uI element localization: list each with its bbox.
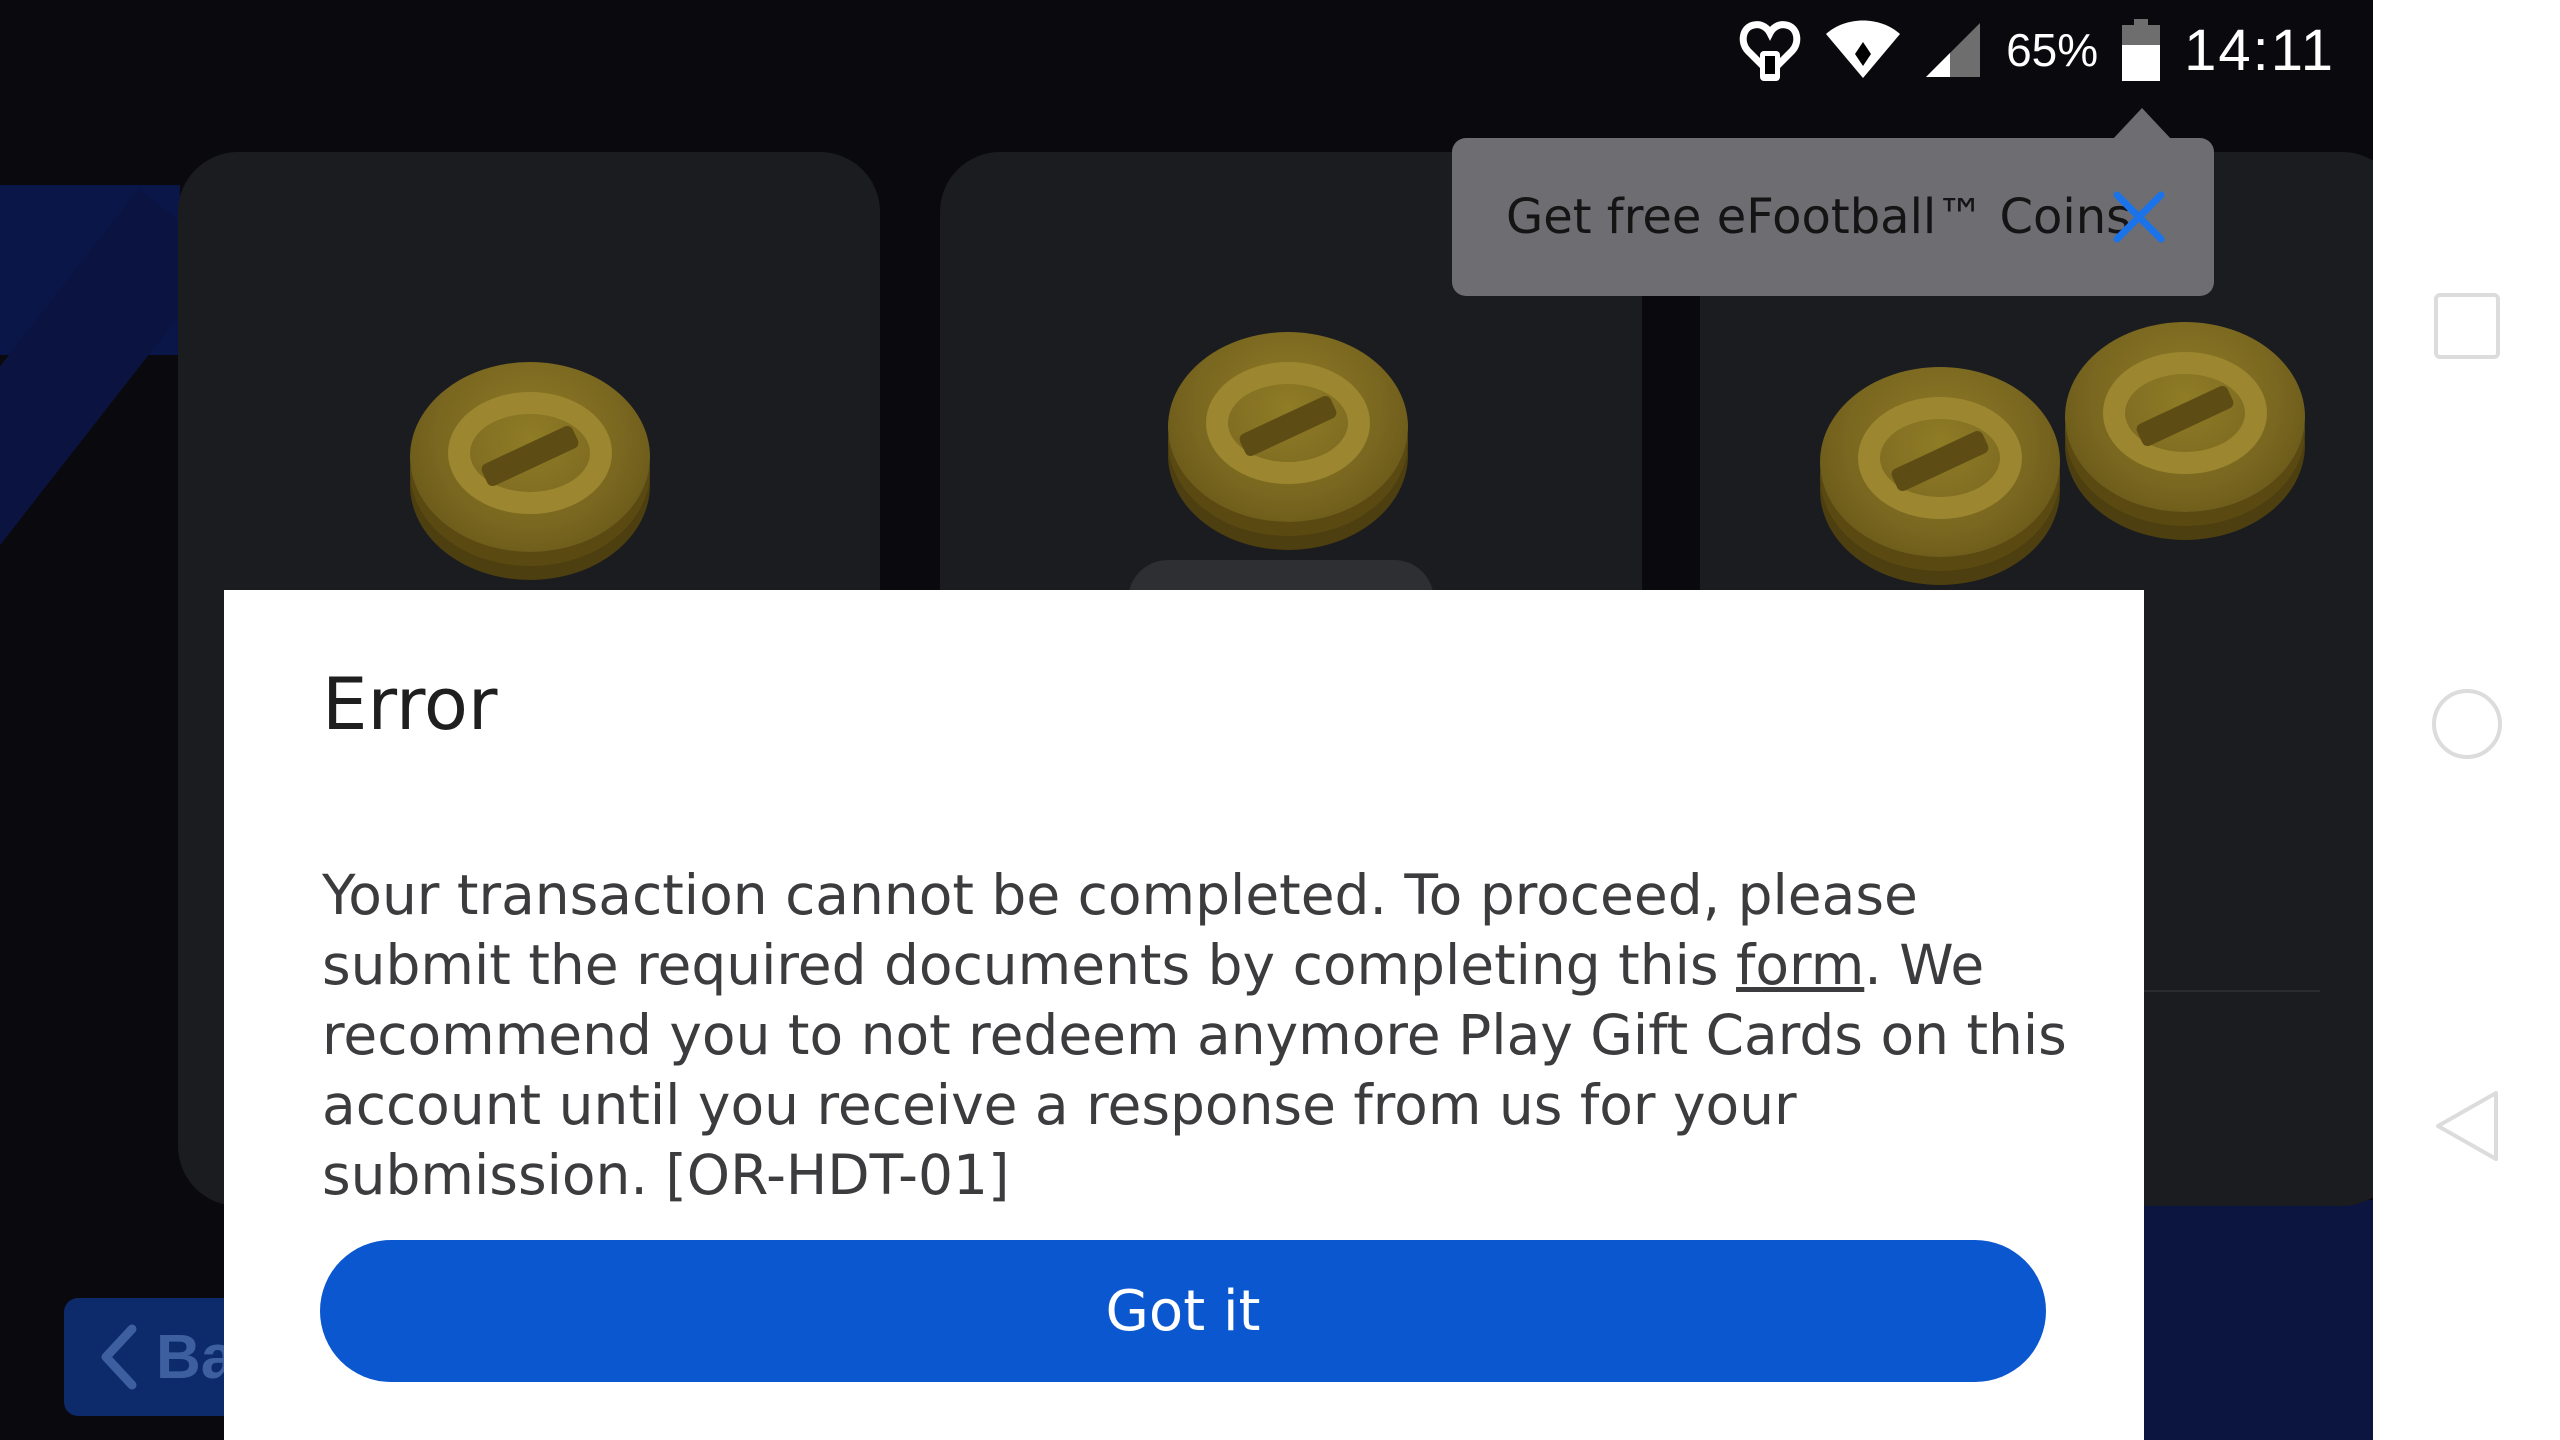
app-screen: Ba 65% 14:11 Get free eFootball™ Coins E… — [0, 0, 2373, 1440]
free-coins-tooltip[interactable]: Get free eFootball™ Coins — [1452, 108, 2214, 296]
dialog-message: Your transaction cannot be completed. To… — [322, 860, 2082, 1210]
cell-signal-icon — [1926, 23, 1981, 77]
close-icon — [2113, 191, 2165, 243]
got-it-button[interactable]: Got it — [320, 1240, 2046, 1382]
tooltip-close-button[interactable] — [2104, 182, 2174, 252]
status-clock: 14:11 — [2184, 17, 2335, 83]
home-button[interactable] — [2427, 684, 2507, 764]
form-link[interactable]: form — [1736, 933, 1864, 997]
coin-stack-icon — [1820, 367, 2060, 557]
dialog-title: Error — [322, 662, 498, 746]
tooltip-text: Get free eFootball™ Coins — [1506, 189, 2132, 245]
recents-button[interactable] — [2427, 286, 2507, 366]
data-saver-icon — [1739, 21, 1801, 81]
error-dialog: Error Your transaction cannot be complet… — [224, 590, 2144, 1440]
chevron-left-icon — [101, 1324, 137, 1390]
status-bar: 65% 14:11 — [1738, 0, 2373, 100]
navigation-bar — [2373, 0, 2560, 1440]
coin-icon — [410, 362, 650, 552]
battery-percentage: 65% — [2006, 24, 2099, 76]
circle-icon — [2432, 689, 2502, 759]
battery-icon — [2122, 19, 2161, 81]
wifi-icon — [1826, 20, 1901, 78]
system-back-button[interactable] — [2427, 1086, 2507, 1166]
coin-stack-icon — [2065, 322, 2305, 512]
triangle-back-icon — [2436, 1091, 2498, 1161]
square-icon — [2434, 293, 2500, 359]
coin-stack-icon — [1168, 332, 1408, 522]
dialog-message-text: Your transaction cannot be completed. To… — [322, 863, 1918, 997]
